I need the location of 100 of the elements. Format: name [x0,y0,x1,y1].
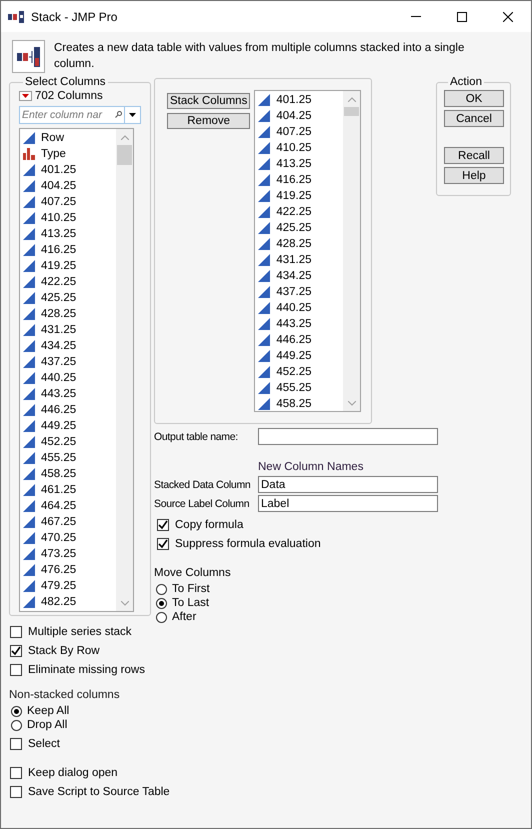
continuous-icon [23,244,35,256]
section-heading: New Column Names [258,461,364,475]
column-item[interactable]: 455.25 [20,450,116,466]
column-item[interactable]: 422.25 [255,204,344,220]
column-name: 428.25 [41,308,76,320]
continuous-icon [258,334,270,346]
checkbox[interactable] [10,644,22,656]
column-item[interactable]: 416.25 [20,242,116,258]
continuous-icon [23,164,35,176]
column-item[interactable]: 407.25 [20,194,116,210]
continuous-icon [23,468,35,480]
app-icon [8,10,24,22]
action-button[interactable]: Recall [444,147,504,164]
column-item[interactable]: 425.25 [20,290,116,306]
column-name: Type [41,148,66,160]
column-item[interactable]: 452.25 [20,434,116,450]
scrollbar[interactable] [343,91,360,411]
column-name: 440.25 [276,302,312,314]
column-item[interactable]: 473.25 [20,546,116,562]
column-item[interactable]: 410.25 [255,140,344,156]
column-item[interactable]: 401.25 [20,162,116,178]
column-item[interactable]: 458.25 [20,466,116,482]
column-item[interactable]: 440.25 [255,300,344,316]
column-item[interactable]: 428.25 [20,306,116,322]
column-item[interactable]: 419.25 [20,258,116,274]
column-item[interactable]: 437.25 [20,354,116,370]
column-item[interactable]: 434.25 [20,338,116,354]
column-name-field[interactable]: Label [258,495,438,512]
column-item[interactable]: 464.25 [20,498,116,514]
column-item[interactable]: 446.25 [255,332,344,348]
continuous-icon [23,196,35,208]
column-item[interactable]: 461.25 [20,482,116,498]
radio-button[interactable] [11,706,22,716]
column-item[interactable]: 449.25 [255,348,344,364]
continuous-icon [258,174,270,186]
dropdown-icon[interactable] [125,106,141,124]
continuous-icon [258,398,270,410]
checkbox[interactable] [10,738,22,750]
scrollbar[interactable] [116,129,133,611]
column-item[interactable]: 458.25 [255,396,344,412]
field-label: Stacked Data Column [154,478,252,490]
column-item[interactable]: 404.25 [20,178,116,194]
description-text: Creates a new data table with values from multiple columns stacked into a single column. [54,41,466,72]
column-item[interactable]: 401.25 [255,92,344,108]
column-item[interactable]: 434.25 [255,268,344,284]
column-item[interactable]: 467.25 [20,514,116,530]
field-label: Output table name: [154,430,239,442]
scroll-thumb[interactable] [344,107,360,116]
checkbox[interactable] [157,538,169,550]
column-item[interactable]: 425.25 [255,220,344,236]
column-item[interactable]: 431.25 [255,252,344,268]
column-item[interactable]: 443.25 [255,316,344,332]
column-item[interactable]: 413.25 [255,156,344,172]
role-button[interactable]: Stack Columns [167,93,250,109]
column-item[interactable]: 470.25 [20,530,116,546]
column-item[interactable]: 476.25 [20,562,116,578]
output-table-field[interactable] [258,428,438,445]
column-item[interactable]: 422.25 [20,274,116,290]
column-item[interactable]: Type [20,146,116,162]
action-button[interactable]: Cancel [444,110,504,127]
column-item[interactable]: 482.25 [20,594,116,610]
checkbox[interactable] [10,766,22,778]
radio-button[interactable] [156,598,167,608]
radio-button[interactable] [11,720,22,730]
checkbox[interactable] [157,518,169,530]
column-item[interactable]: 428.25 [255,236,344,252]
column-item[interactable]: 479.25 [20,578,116,594]
checkbox[interactable] [10,664,22,676]
column-item[interactable]: 413.25 [20,226,116,242]
scroll-thumb[interactable] [117,145,132,165]
radio-label: Drop All [27,719,68,731]
column-item[interactable]: 404.25 [255,108,344,124]
column-item[interactable]: 455.25 [255,380,344,396]
radio-button[interactable] [156,584,167,594]
column-item[interactable]: 446.25 [20,402,116,418]
column-name: 452.25 [41,436,76,448]
role-button[interactable]: Remove [167,113,250,129]
action-button[interactable]: OK [444,90,504,107]
column-item[interactable]: 407.25 [255,124,344,140]
column-name-field[interactable]: Data [258,476,438,493]
column-item[interactable]: 437.25 [255,284,344,300]
column-name: 455.25 [41,452,76,464]
action-button[interactable]: Help [444,167,504,184]
radio-button[interactable] [156,612,167,622]
column-name: 461.25 [41,484,76,496]
column-item[interactable]: 440.25 [20,370,116,386]
column-item[interactable]: 452.25 [255,364,344,380]
column-item[interactable]: 443.25 [20,386,116,402]
continuous-icon [23,564,35,576]
column-item[interactable]: 449.25 [20,418,116,434]
checkbox-label: Suppress formula evaluation [175,538,321,550]
column-name: 446.25 [276,334,312,346]
column-item[interactable]: 410.25 [20,210,116,226]
column-item[interactable]: 416.25 [255,172,344,188]
column-item[interactable]: Row [20,130,116,146]
checkbox[interactable] [10,626,22,638]
checkbox[interactable] [10,786,22,798]
column-item[interactable]: 431.25 [20,322,116,338]
column-item[interactable]: 419.25 [255,188,344,204]
search-field[interactable]: Enter column nar [19,106,125,124]
